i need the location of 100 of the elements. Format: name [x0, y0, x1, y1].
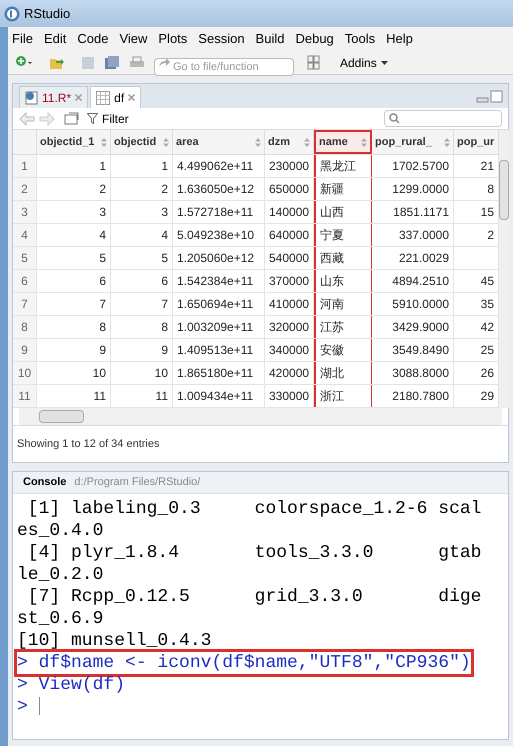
search-field[interactable]: [384, 110, 502, 127]
table-cell: 640000: [265, 224, 314, 246]
column-header[interactable]: name: [314, 130, 372, 154]
editor-tab[interactable]: 11.R*: [19, 86, 88, 108]
table-cell: 2180.7800: [372, 385, 454, 407]
arrow-icon: [158, 56, 170, 68]
console-command: > df$name <- iconv(df$name,"UTF8","CP936"): [17, 652, 471, 674]
table-cell: 安徽: [314, 339, 372, 361]
console-command: >: [17, 696, 40, 718]
menu-item[interactable]: Help: [386, 29, 413, 49]
table-cell: 420000: [265, 362, 314, 384]
menu-item[interactable]: Code: [77, 29, 108, 49]
console-output: [4] plyr_1.8.4 tools_3.3.0 gtab: [26, 542, 482, 564]
sort-icon[interactable]: [101, 138, 107, 146]
table-cell: 6: [111, 270, 173, 292]
column-header[interactable]: objectid: [111, 130, 173, 154]
addins-button[interactable]: Addins: [336, 54, 392, 72]
table-cell: 9: [111, 339, 173, 361]
column-header[interactable]: area: [173, 130, 265, 154]
table-cell: 山西: [314, 201, 372, 223]
horizontal-scrollbar[interactable]: [19, 408, 502, 425]
table-cell: 1.650694e+11: [173, 293, 265, 315]
table-icon: [96, 90, 110, 104]
sort-icon[interactable]: [361, 138, 367, 146]
table-cell: 8: [37, 316, 111, 338]
sort-icon[interactable]: [163, 138, 169, 146]
table-cell: 230000: [265, 155, 314, 177]
table-cell: 3549.8490: [372, 339, 454, 361]
console-output: le_0.2.0: [17, 564, 104, 586]
table-cell: 1.572718e+11: [173, 201, 265, 223]
table-cell: 1.009434e+11: [173, 385, 265, 407]
table-cell: 337.0000: [372, 224, 454, 246]
editor-tab[interactable]: df: [90, 86, 142, 108]
menu-item[interactable]: Build: [256, 29, 284, 49]
caret-icon: [380, 60, 388, 64]
close-icon[interactable]: [128, 94, 136, 101]
sort-icon[interactable]: [444, 138, 450, 146]
table-cell: 370000: [265, 270, 314, 292]
table-cell: 4.499062e+11: [173, 155, 265, 177]
table-cell: 5: [37, 247, 111, 269]
go-to-file-field[interactable]: Go to file/function: [154, 58, 294, 76]
table-cell: 1.003209e+11: [173, 316, 265, 338]
table-cell: 湖北: [314, 362, 372, 384]
table-cell: 1: [37, 155, 111, 177]
save-icon[interactable]: [80, 54, 96, 70]
menu-item[interactable]: View: [119, 29, 148, 49]
row-number: 2: [13, 178, 37, 200]
sort-icon[interactable]: [255, 138, 261, 146]
column-header[interactable]: pop_rural_: [372, 130, 454, 154]
console-output: [1] labeling_0.3 colorspace_1.2-6 scal: [26, 498, 482, 520]
r-file-icon: [25, 90, 38, 104]
filter-icon: [87, 113, 98, 124]
table-cell: 1.205060e+12: [173, 247, 265, 269]
app-logo-icon: [4, 6, 20, 22]
table-cell: 1.542384e+11: [173, 270, 265, 292]
table-cell: 3088.8000: [372, 362, 454, 384]
filter-button[interactable]: Filter: [87, 110, 129, 128]
table-cell: 140000: [265, 201, 314, 223]
table-cell: 1.636050e+12: [173, 178, 265, 200]
row-number: 8: [13, 316, 37, 338]
menu-item[interactable]: Session: [198, 29, 245, 49]
column-header[interactable]: objectid_1: [37, 130, 111, 154]
table-cell: 5.049238e+10: [173, 224, 265, 246]
popout-icon[interactable]: [63, 112, 79, 126]
table-cell: 8: [111, 316, 173, 338]
table-cell: 1: [111, 155, 173, 177]
menu-item[interactable]: Plots: [158, 29, 188, 49]
table-cell: 340000: [265, 339, 314, 361]
row-number: 4: [13, 224, 37, 246]
row-number: 9: [13, 339, 37, 361]
table-cell: 2: [111, 178, 173, 200]
minimize-maximize-icon[interactable]: [476, 90, 504, 104]
table-cell: 540000: [265, 247, 314, 269]
table-cell: 3429.9000: [372, 316, 454, 338]
table-cell: 1299.0000: [372, 178, 454, 200]
close-icon[interactable]: [75, 94, 82, 101]
menu-item[interactable]: Tools: [344, 29, 376, 49]
back-forward-icon[interactable]: [19, 112, 55, 126]
table-cell: 7: [37, 293, 111, 315]
entries-status: Showing 1 to 12 of 34 entries: [17, 436, 160, 452]
console-output: [10] munsell_0.4.3: [17, 630, 212, 652]
sort-icon[interactable]: [304, 138, 310, 146]
table-cell: 320000: [265, 316, 314, 338]
menu-item[interactable]: Edit: [44, 29, 66, 49]
table-cell: 6: [37, 270, 111, 292]
table-cell: 西藏: [314, 247, 372, 269]
table-cell: 5: [111, 247, 173, 269]
row-number: 7: [13, 293, 37, 315]
save-all-icon[interactable]: [104, 54, 120, 70]
vertical-scrollbar[interactable]: [499, 130, 509, 408]
table-cell: 3: [37, 201, 111, 223]
table-cell: 新疆: [314, 178, 372, 200]
table-cell: 河南: [314, 293, 372, 315]
table-cell: 4: [111, 224, 173, 246]
menu-item[interactable]: File: [12, 29, 33, 49]
table-cell: 9: [37, 339, 111, 361]
menu-item[interactable]: Debug: [295, 29, 334, 49]
console-output: es_0.4.0: [17, 520, 104, 542]
table-cell: 11: [111, 385, 173, 407]
window-title: RStudio: [24, 4, 70, 23]
